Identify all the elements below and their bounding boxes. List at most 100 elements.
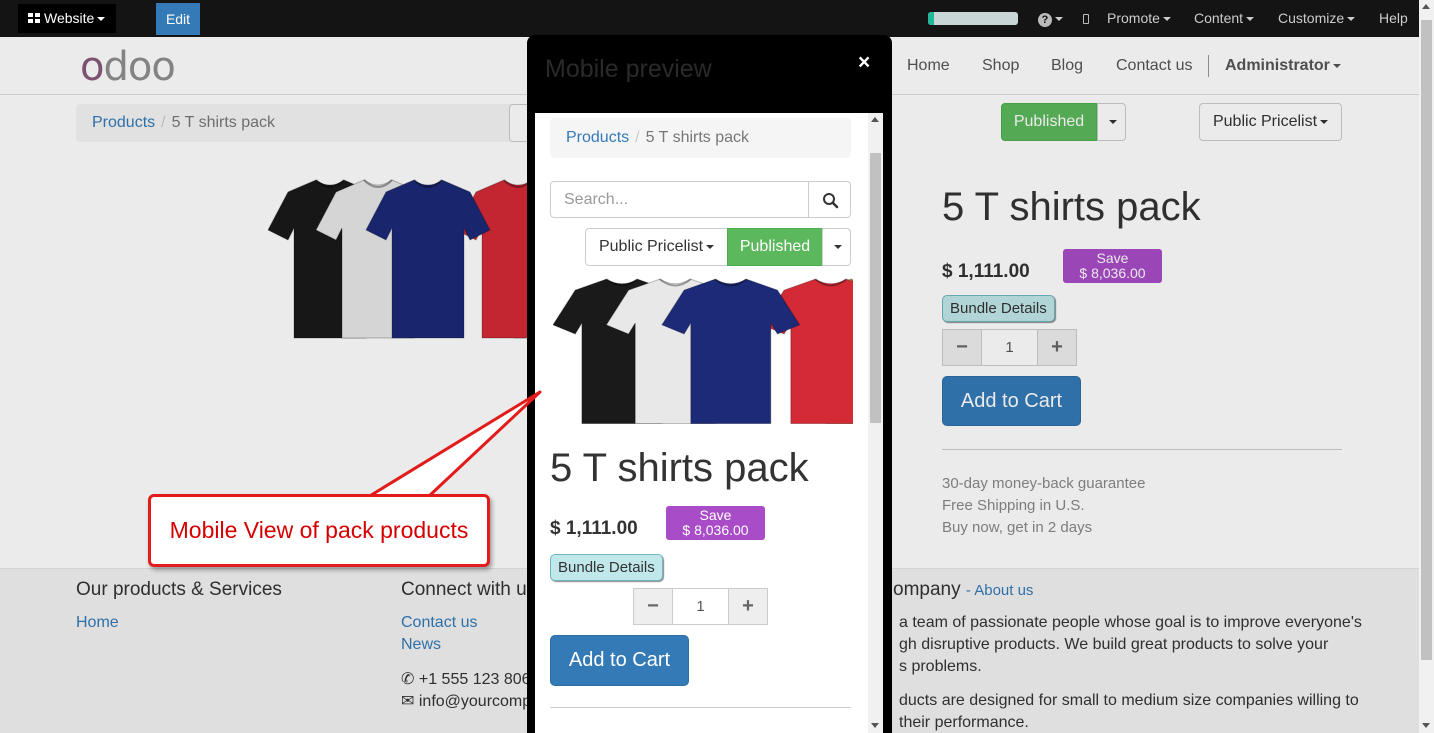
customize-menu[interactable]: Customize [1278,0,1356,37]
pricelist-label: Public Pricelist [1212,113,1318,130]
search-input[interactable]: Search... [550,181,809,218]
footer-email: ✉ info@yourcomp [401,691,531,711]
published-dropdown-toggle[interactable] [822,228,851,266]
pricelist-dropdown[interactable]: Public Pricelist [585,228,728,266]
pricelist-label: Public Pricelist [598,238,704,255]
content-menu[interactable]: Content [1194,0,1255,37]
footer-home-link[interactable]: Home [76,614,119,632]
help-dropdown[interactable]: ? [1038,0,1063,37]
footer-phone: ✆ +1 555 123 806 [401,669,531,689]
footer-company-title: ompany - About us [893,579,1033,601]
quantity-increase-button[interactable]: + [728,588,768,625]
published-dropdown-toggle[interactable] [1097,103,1126,141]
footer-company-line: a team of passionate people whose goal i… [899,614,1362,631]
question-circle-icon: ? [1038,13,1052,27]
save-amount: $ 8,036.00 [682,522,749,538]
help-menu[interactable]: Help [1379,0,1408,37]
caret-down-icon [1320,120,1329,124]
caret-down-icon [1246,17,1255,21]
footer-company-line: ducts are designed for small to medium s… [899,692,1359,709]
divider [942,449,1342,450]
tshirts-group [553,278,853,425]
breadcrumb-current: 5 T shirts pack [645,129,750,146]
page-scrollbar[interactable] [1419,0,1434,733]
envelope-icon: ✉ [401,693,419,710]
mobile-preview-toggle[interactable] [1083,0,1089,37]
product-title: 5 T shirts pack [550,446,809,490]
footer-connect-title: Connect with u [401,579,527,600]
product-price: $ 1,111.00 [550,518,638,539]
nav-divider [1208,55,1209,77]
footer-company-line: gh disruptive products. We build great p… [899,636,1329,653]
footer-company-line: their performance. [899,714,1029,731]
quantity-stepper: − 1 + [942,329,1077,366]
caret-down-icon [1109,120,1117,124]
nav-blog[interactable]: Blog [1051,57,1083,75]
search-icon [823,193,839,209]
nav-home[interactable]: Home [907,57,950,75]
save-badge: Save $ 8,036.00 [666,506,765,540]
onboarding-progress-bar[interactable] [928,12,1018,25]
bundle-details-button[interactable]: Bundle Details [550,554,663,581]
administrator-label: Administrator [1225,57,1330,74]
benefit-guarantee: 30-day money-back guarantee [942,475,1146,492]
scroll-up-arrow-icon[interactable] [871,117,879,122]
modal-title: Mobile preview [545,55,712,83]
mobile-preview-frame: Products / 5 T shirts pack Search... Publi… [535,113,883,733]
add-to-cart-button[interactable]: Add to Cart [550,635,689,686]
caret-down-icon [834,245,842,249]
quantity-input[interactable]: 1 [673,588,728,625]
progress-fill [928,12,934,25]
caret-down-icon [1347,17,1356,21]
benefit-delivery: Buy now, get in 2 days [942,519,1093,536]
product-price: $ 1,111.00 [942,261,1030,282]
footer-about-link[interactable]: - About us [966,582,1034,599]
scrollbar-thumb[interactable] [1421,20,1432,660]
quantity-decrease-button[interactable]: − [942,329,982,366]
breadcrumb-separator: / [635,129,640,146]
nav-shop[interactable]: Shop [982,57,1019,75]
quantity-increase-button[interactable]: + [1037,329,1077,366]
scroll-down-arrow-icon[interactable] [1422,723,1430,728]
mobile-phone-icon [1083,14,1089,24]
nav-administrator[interactable]: Administrator [1225,57,1341,75]
customize-label: Customize [1278,10,1345,26]
product-image[interactable] [553,270,853,430]
caret-down-icon [1055,17,1063,21]
footer-news-link[interactable]: News [401,636,441,654]
footer-company-line: s problems. [899,658,982,675]
bundle-details-button[interactable]: Bundle Details [942,295,1055,322]
close-icon[interactable]: × [858,51,870,75]
published-button[interactable]: Published [1001,103,1097,141]
product-title: 5 T shirts pack [942,185,1201,229]
help-label: Help [1379,10,1408,26]
footer-phone-text: +1 555 123 806 [418,671,531,688]
annotation-callout: Mobile View of pack products [148,494,490,567]
callout-pointer-arrow [366,390,542,499]
content-label: Content [1194,10,1244,26]
save-amount: $ 8,036.00 [1079,265,1146,281]
published-button[interactable]: Published [727,228,823,266]
mobile-frame-scrollbar[interactable] [868,113,883,733]
caret-down-icon [1332,64,1341,68]
mobile-preview-modal: Mobile preview × Products / 5 T shirts pac… [527,35,892,733]
phone-icon: ✆ [401,671,419,688]
promote-menu[interactable]: Promote [1107,0,1171,37]
caret-down-icon [1162,17,1171,21]
scroll-up-arrow-icon[interactable] [1422,4,1430,9]
add-to-cart-button[interactable]: Add to Cart [942,376,1081,426]
save-label: Save [1096,250,1129,266]
footer-products-title: Our products & Services [76,579,282,600]
quantity-decrease-button[interactable]: − [633,588,673,625]
nav-contact-us[interactable]: Contact us [1116,57,1192,75]
scrollbar-thumb[interactable] [870,153,881,423]
quantity-input[interactable]: 1 [982,329,1037,366]
footer-contact-link[interactable]: Contact us [401,614,477,632]
scroll-down-arrow-icon[interactable] [871,723,879,728]
footer-company-title-text: ompany [893,579,961,600]
breadcrumb-products-link[interactable]: Products [566,129,629,146]
footer-email-text: info@yourcomp [418,693,532,710]
pricelist-dropdown[interactable]: Public Pricelist [1199,103,1342,141]
mobile-breadcrumb: Products / 5 T shirts pack [550,118,851,158]
search-button[interactable] [808,181,851,218]
